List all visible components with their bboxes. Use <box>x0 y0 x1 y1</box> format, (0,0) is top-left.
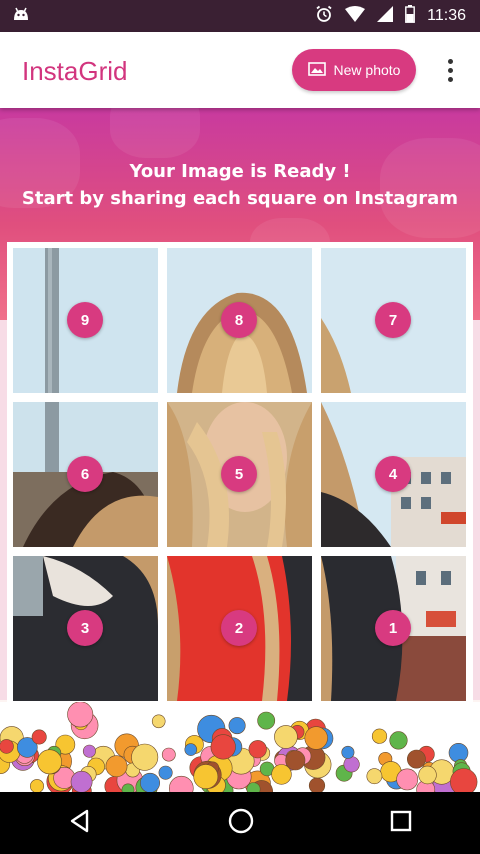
status-time: 11:36 <box>427 7 466 24</box>
android-icon <box>12 6 30 26</box>
grid-tile-4[interactable]: 4 <box>321 402 466 547</box>
recents-icon[interactable] <box>389 809 413 837</box>
emoji-blob <box>366 768 383 785</box>
back-icon[interactable] <box>67 808 93 838</box>
grid-tile-1[interactable]: 1 <box>321 556 466 701</box>
signal-icon <box>377 6 394 26</box>
emoji-blob <box>285 750 306 771</box>
emoji-blob <box>343 756 360 773</box>
image-icon <box>307 61 326 79</box>
wifi-icon <box>345 6 366 26</box>
emoji-blob <box>158 765 173 780</box>
app-title: InstaGrid <box>22 56 128 86</box>
emoji-blob <box>131 743 159 771</box>
emoji-blob <box>0 739 14 754</box>
grid-tile-6[interactable]: 6 <box>13 402 158 547</box>
emoji-blob <box>371 728 388 744</box>
emoji-blob <box>308 777 326 792</box>
emoji-blob <box>70 770 93 792</box>
grid-tile-9[interactable]: 9 <box>13 248 158 393</box>
grid-tile-7[interactable]: 7 <box>321 248 466 393</box>
new-photo-button[interactable]: New photo <box>292 49 416 91</box>
emoji-blob <box>30 779 44 792</box>
navigation-bar <box>0 792 480 854</box>
emoji-blob <box>341 745 355 759</box>
emoji-blob <box>304 726 328 750</box>
tile-number-badge: 1 <box>375 610 411 646</box>
tile-number-badge: 8 <box>221 302 257 338</box>
emoji-blob <box>257 711 276 730</box>
emoji-blob <box>67 702 94 728</box>
emoji-blob <box>37 749 63 775</box>
tile-number-badge: 3 <box>67 610 103 646</box>
tile-number-badge: 2 <box>221 610 257 646</box>
main-content: Your Image is Ready ! Start by sharing e… <box>0 108 480 792</box>
more-vert-icon[interactable] <box>436 54 464 86</box>
emoji-blob <box>210 734 236 760</box>
tile-number-badge: 9 <box>67 302 103 338</box>
emoji-blob <box>406 749 426 769</box>
right-decor <box>472 320 480 700</box>
grid-tile-2[interactable]: 2 <box>167 556 312 701</box>
emoji-decoration <box>0 702 480 792</box>
tile-number-badge: 6 <box>67 456 103 492</box>
app-bar: InstaGrid New photo <box>0 32 480 108</box>
emoji-blob <box>140 772 160 792</box>
emoji-blob <box>169 775 194 792</box>
status-right: 11:36 <box>315 5 466 27</box>
emoji-blob <box>396 768 419 791</box>
emoji-blob <box>418 765 437 785</box>
emoji-blob <box>193 764 219 790</box>
grid-tile-5[interactable]: 5 <box>167 402 312 547</box>
emoji-blob <box>389 731 408 750</box>
emoji-blob <box>82 744 96 758</box>
alarm-icon <box>315 5 333 27</box>
emoji-blob <box>184 743 198 756</box>
battery-icon <box>405 5 416 27</box>
emoji-blob <box>248 740 267 759</box>
emoji-blob <box>105 755 128 778</box>
grid-tile-3[interactable]: 3 <box>13 556 158 701</box>
emoji-pattern <box>0 702 478 792</box>
status-bar: 11:36 <box>0 0 480 32</box>
emoji-blob <box>31 729 47 745</box>
emoji-blob <box>274 725 298 749</box>
tile-number-badge: 5 <box>221 456 257 492</box>
new-photo-label: New photo <box>333 62 401 78</box>
tile-number-badge: 4 <box>375 456 411 492</box>
tile-number-badge: 7 <box>375 302 411 338</box>
grid-tile-8[interactable]: 8 <box>167 248 312 393</box>
photo-grid: 9 8 7 6 5 4 3 2 1 <box>7 242 473 708</box>
banner-line-2: Start by sharing each square on Instagra… <box>21 188 459 209</box>
home-icon[interactable] <box>227 807 255 839</box>
emoji-blob <box>450 768 478 792</box>
emoji-blob <box>228 717 246 735</box>
banner-line-1: Your Image is Ready ! <box>129 161 351 182</box>
status-left <box>12 6 30 26</box>
emoji-blob <box>161 747 176 762</box>
emoji-blob <box>151 714 166 729</box>
banner-message: Your Image is Ready ! Start by sharing e… <box>0 158 480 212</box>
